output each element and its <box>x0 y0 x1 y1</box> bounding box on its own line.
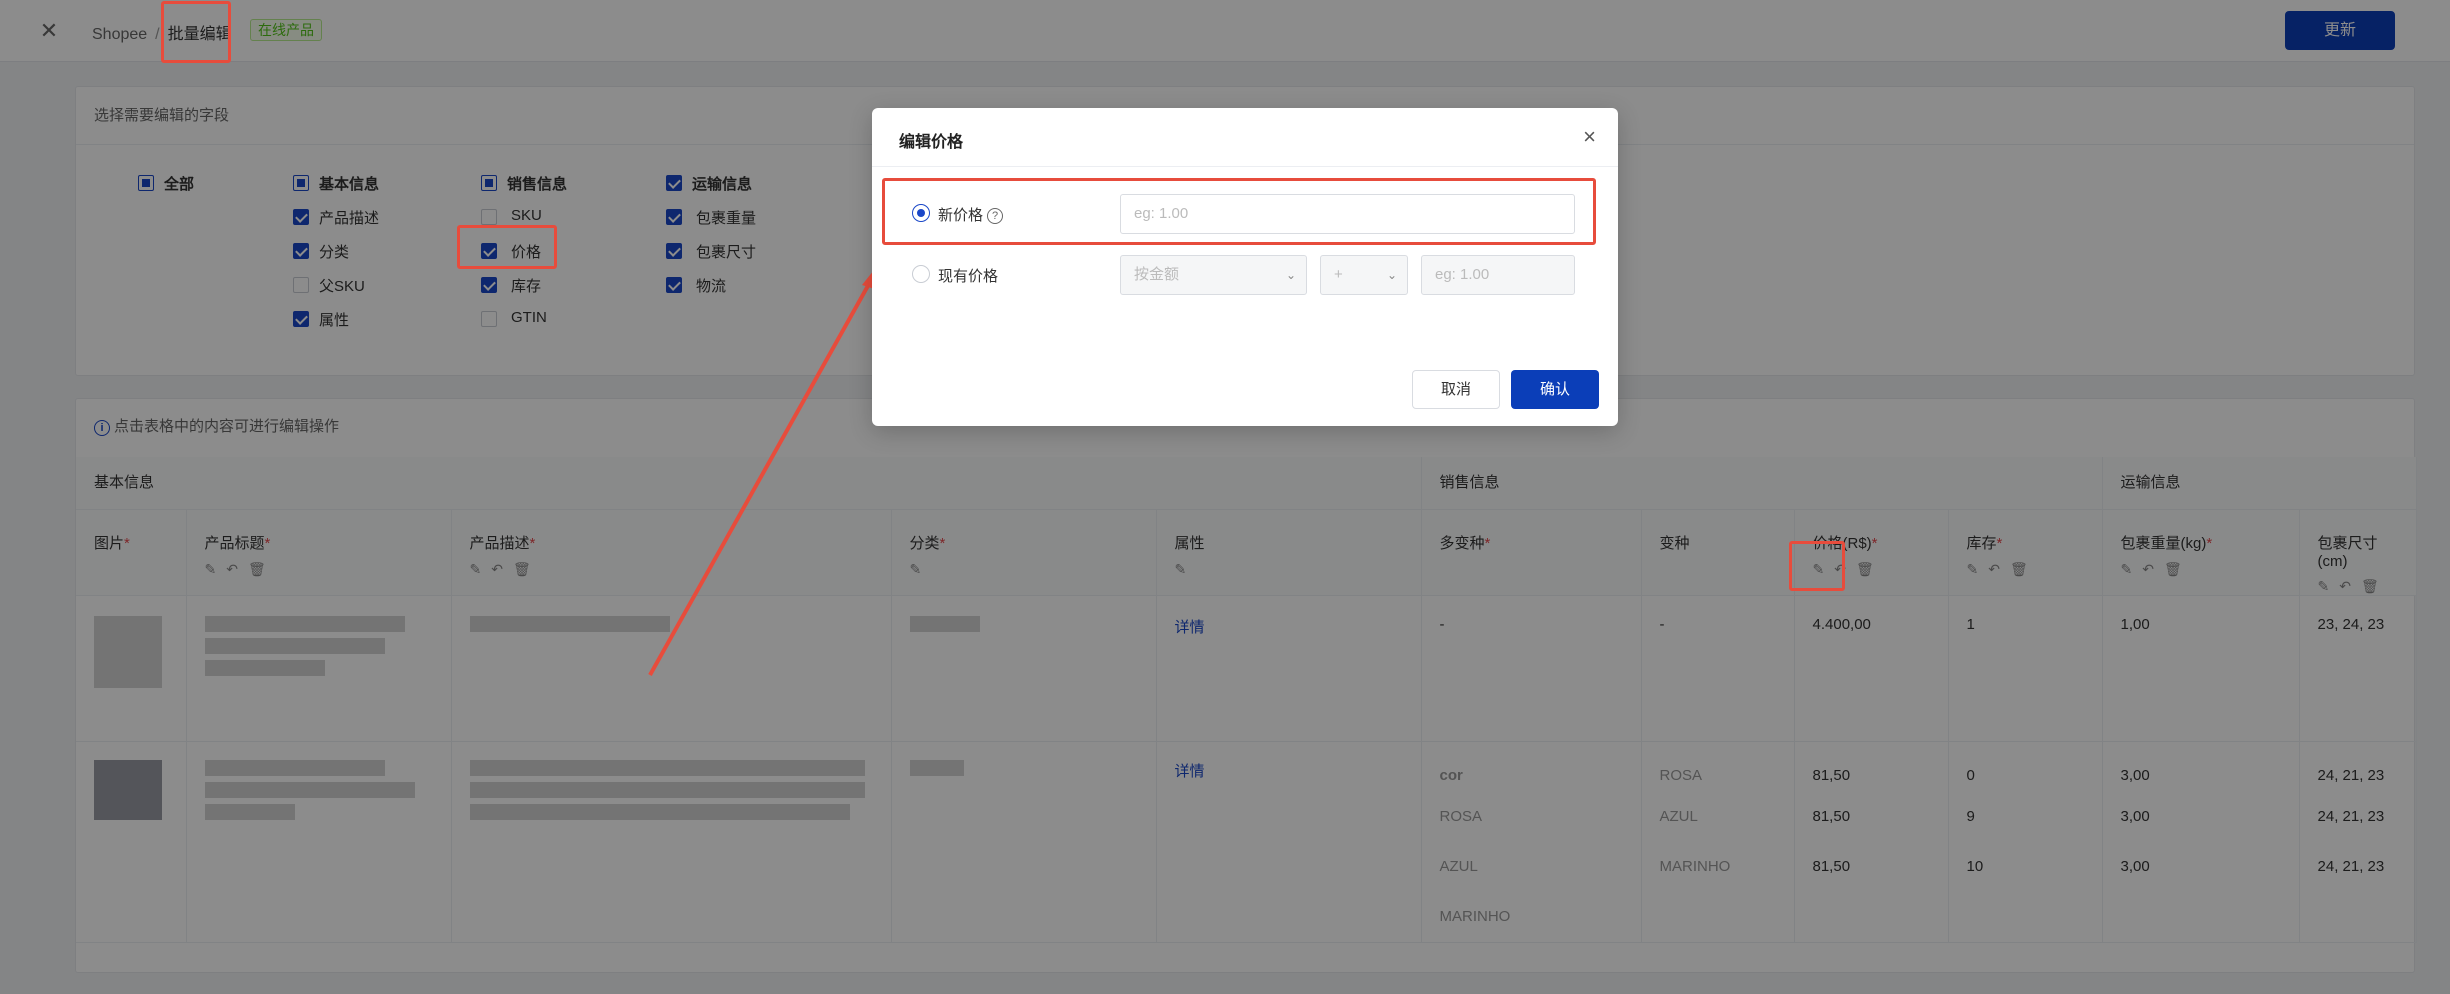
chevron-down-icon: ⌄ <box>1386 268 1397 282</box>
dialog-divider <box>872 166 1618 167</box>
operator-value: + <box>1334 266 1343 283</box>
radio-existing-price-label: 现有价格 <box>938 268 999 285</box>
cancel-button[interactable]: 取消 <box>1412 370 1500 409</box>
chevron-down-icon: ⌄ <box>1285 268 1296 282</box>
highlight-new-price-row <box>882 178 1596 245</box>
adjust-amount-input[interactable]: eg: 1.00 <box>1421 255 1575 295</box>
operator-select[interactable]: + ⌄ <box>1320 255 1408 295</box>
adjust-mode-select[interactable]: 按金额 ⌄ <box>1120 255 1307 295</box>
adjust-mode-value: 按金额 <box>1134 266 1180 283</box>
close-icon[interactable]: × <box>1583 126 1596 148</box>
dialog-title: 编辑价格 <box>899 134 964 151</box>
edit-price-dialog: 编辑价格 × 新价格? eg: 1.00 现有价格 按金额 ⌄ + ⌄ eg: 1.… <box>872 108 1618 426</box>
confirm-button[interactable]: 确认 <box>1511 370 1599 409</box>
radio-existing-price[interactable] <box>912 265 930 283</box>
